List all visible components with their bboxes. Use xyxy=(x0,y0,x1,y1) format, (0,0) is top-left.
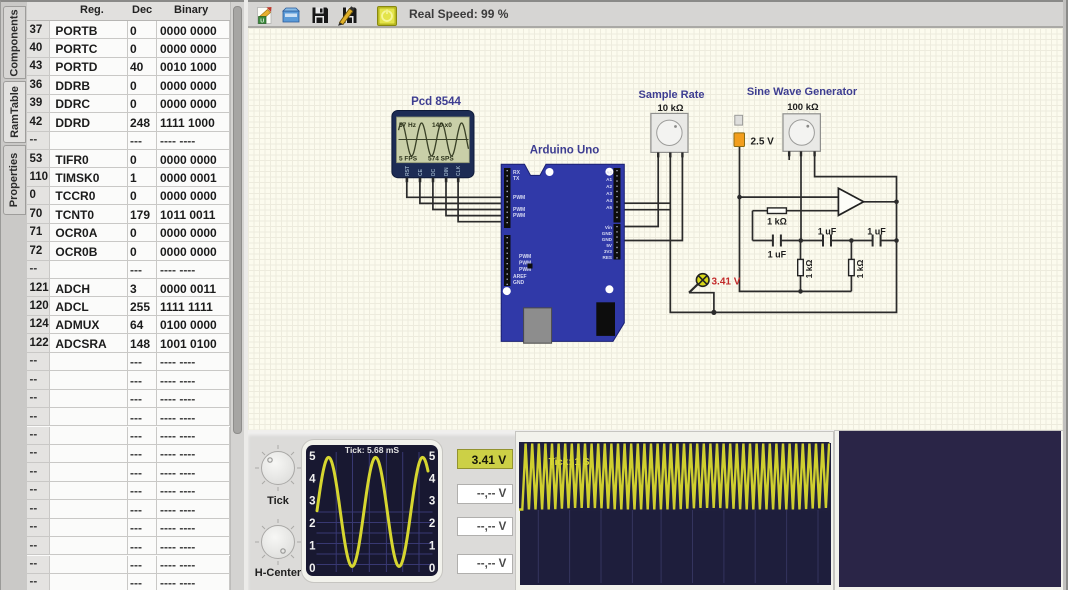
svg-text:1 kΩ: 1 kΩ xyxy=(767,217,787,227)
svg-text:A2: A2 xyxy=(606,184,612,189)
svg-text:Vin: Vin xyxy=(605,225,612,230)
svg-text:5 FPS: 5 FPS xyxy=(399,156,418,163)
svg-text:RST: RST xyxy=(405,166,411,176)
svg-text:57 Hz: 57 Hz xyxy=(399,122,417,129)
svg-text:A0: A0 xyxy=(606,170,612,175)
svg-text:DIN: DIN xyxy=(444,167,450,176)
svg-text:Tick: 1 S: Tick: 1 S xyxy=(549,457,590,468)
svg-text:A4: A4 xyxy=(606,198,612,203)
svg-text:0: 0 xyxy=(428,563,434,575)
svg-text:CE: CE xyxy=(418,168,424,176)
svg-text:1 uF: 1 uF xyxy=(818,227,837,237)
svg-text:5V: 5V xyxy=(606,243,613,248)
svg-text:Sample Rate: Sample Rate xyxy=(638,89,704,101)
svg-text:DC: DC xyxy=(431,168,437,176)
svg-text:Arduino Uno: Arduino Uno xyxy=(530,145,600,157)
svg-text:2: 2 xyxy=(309,518,315,530)
svg-text:A1: A1 xyxy=(606,177,612,182)
svg-text:574 SPS: 574 SPS xyxy=(428,156,454,163)
svg-text:1 kΩ: 1 kΩ xyxy=(804,260,814,279)
svg-text:10 kΩ: 10 kΩ xyxy=(657,103,683,114)
svg-text:1 uF: 1 uF xyxy=(768,250,787,260)
svg-text:1 uF: 1 uF xyxy=(867,227,886,237)
svg-text:140 x0: 140 x0 xyxy=(432,122,452,129)
svg-text:2: 2 xyxy=(428,518,434,530)
svg-text:5: 5 xyxy=(428,451,435,463)
svg-text:GND: GND xyxy=(513,280,525,286)
svg-text:RES: RES xyxy=(603,255,612,260)
svg-text:PWM: PWM xyxy=(519,254,531,260)
svg-text:A3: A3 xyxy=(606,191,612,196)
svg-text:PWM: PWM xyxy=(513,213,525,219)
svg-text:GND: GND xyxy=(602,237,613,242)
svg-text:Pcd 8544: Pcd 8544 xyxy=(411,96,461,108)
svg-text:0: 0 xyxy=(309,563,315,575)
svg-text:TX: TX xyxy=(513,176,520,182)
svg-text:1 kΩ: 1 kΩ xyxy=(855,260,865,279)
svg-text:Sine Wave Generator: Sine Wave Generator xyxy=(747,86,858,98)
svg-text:Tick: 5.68 mS: Tick: 5.68 mS xyxy=(344,445,399,455)
svg-text:1: 1 xyxy=(309,540,316,552)
svg-text:5: 5 xyxy=(309,451,316,463)
svg-text:3: 3 xyxy=(309,496,315,508)
svg-text:1: 1 xyxy=(428,540,435,552)
svg-text:100 kΩ: 100 kΩ xyxy=(787,102,819,113)
svg-text:3V3: 3V3 xyxy=(604,249,613,254)
svg-text:GND: GND xyxy=(602,231,613,236)
svg-text:3: 3 xyxy=(428,496,434,508)
svg-text:A5: A5 xyxy=(606,205,612,210)
svg-text:4: 4 xyxy=(428,473,435,485)
svg-text:PWM: PWM xyxy=(513,195,525,201)
svg-text:4: 4 xyxy=(309,473,316,485)
svg-text:3.41 V: 3.41 V xyxy=(712,277,741,288)
svg-text:2.5 V: 2.5 V xyxy=(751,137,775,148)
svg-text:CLK: CLK xyxy=(456,165,462,176)
